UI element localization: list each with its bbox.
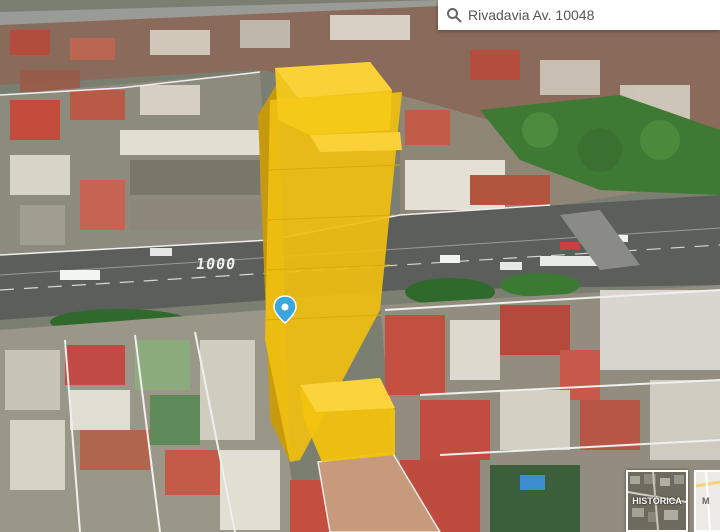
search-box[interactable] (438, 0, 720, 30)
building-3d-model[interactable] (258, 62, 402, 462)
map-layer-label: M (702, 496, 710, 506)
historic-layer-button[interactable]: HISTÓRICA (626, 470, 688, 532)
historic-layer-label: HISTÓRICA (632, 496, 682, 506)
search-input[interactable] (468, 7, 698, 23)
map-view[interactable] (0, 0, 720, 532)
search-icon (446, 7, 462, 23)
street-number-label: 1000 (194, 255, 238, 273)
map-layer-button[interactable]: M (694, 470, 720, 532)
